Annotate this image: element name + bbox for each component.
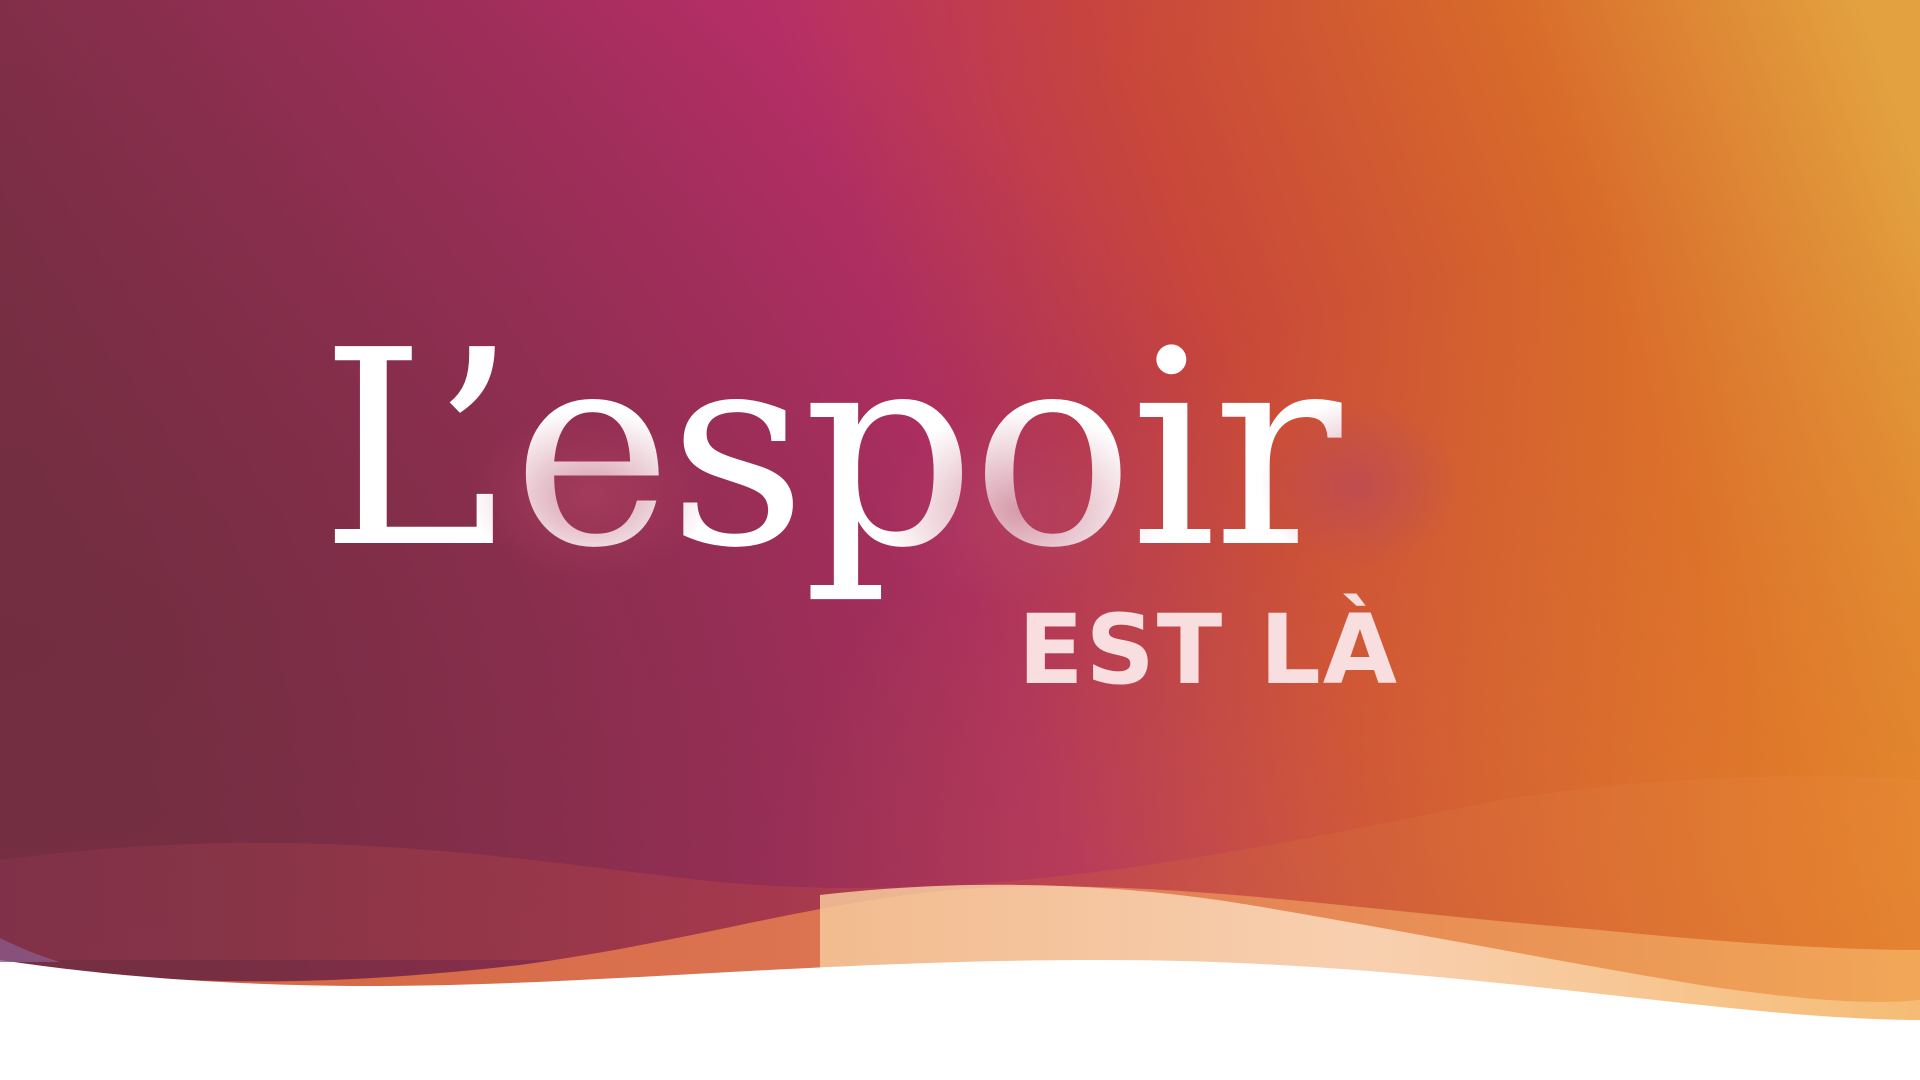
subline: EST LÀ [1018, 594, 1400, 706]
headline-text: L’espoir [320, 292, 1342, 607]
hero-banner: L’espoir EST LÀ [0, 0, 1920, 1080]
headline: L’espoir [320, 300, 1620, 610]
